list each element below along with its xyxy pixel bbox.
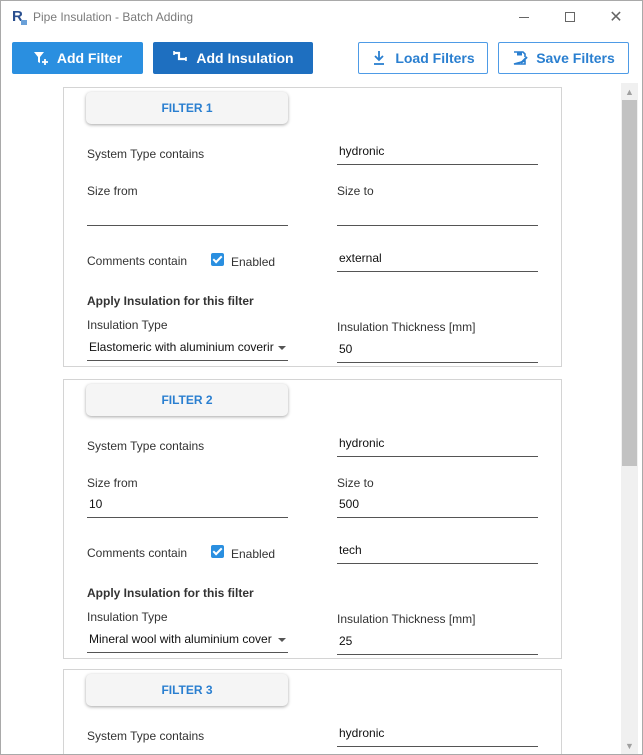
filters-scroll-area[interactable]: FILTER 1 System Type contains hydronic S…	[1, 83, 642, 754]
pipe-elbow-icon	[173, 51, 188, 61]
insulation-type-value: Mineral wool with aluminium cover	[89, 632, 272, 646]
enabled-checkbox[interactable]	[211, 253, 224, 266]
save-filters-label: Save Filters	[536, 50, 615, 66]
apply-insulation-heading: Apply Insulation for this filter	[87, 586, 254, 600]
scroll-down-icon[interactable]: ▼	[621, 737, 638, 754]
insulation-thickness-input[interactable]: 50	[337, 339, 538, 363]
size-from-label: Size from	[87, 476, 138, 490]
title-bar: R Pipe Insulation - Batch Adding ✕	[1, 1, 642, 33]
save-edit-icon	[513, 51, 528, 65]
chevron-down-icon	[278, 638, 286, 642]
window-title: Pipe Insulation - Batch Adding	[33, 10, 194, 24]
enabled-checkbox[interactable]	[211, 545, 224, 558]
chevron-down-icon	[278, 346, 286, 350]
size-to-input[interactable]	[337, 202, 538, 226]
enabled-label: Enabled	[231, 547, 276, 561]
close-button[interactable]: ✕	[593, 1, 639, 33]
filter-panel: FILTER 1 System Type contains hydronic S…	[63, 87, 562, 367]
size-from-input[interactable]	[87, 202, 288, 226]
filter-add-icon	[33, 52, 48, 65]
size-from-input[interactable]: 10	[87, 494, 288, 518]
insulation-thickness-label: Insulation Thickness [mm]	[337, 320, 476, 334]
size-to-label: Size to	[337, 184, 374, 198]
system-type-label: System Type contains	[87, 147, 205, 161]
maximize-icon	[565, 12, 575, 22]
insulation-thickness-label: Insulation Thickness [mm]	[337, 612, 476, 626]
download-icon	[374, 51, 385, 65]
scroll-up-icon[interactable]: ▲	[621, 83, 638, 100]
load-filters-label: Load Filters	[395, 50, 475, 66]
revit-app-icon: R	[12, 9, 27, 25]
save-filters-button[interactable]: Save Filters	[498, 42, 629, 74]
filter-header[interactable]: FILTER 1	[86, 92, 288, 124]
comments-label: Comments contain	[87, 546, 188, 560]
close-icon: ✕	[609, 7, 623, 26]
vertical-scrollbar[interactable]: ▲ ▼	[621, 83, 638, 754]
system-type-input[interactable]: hydronic	[337, 433, 538, 457]
load-filters-button[interactable]: Load Filters	[358, 42, 488, 74]
filter-panel: FILTER 2 System Type contains hydronic S…	[63, 379, 562, 659]
size-from-label: Size from	[87, 184, 138, 198]
filter-panel: FILTER 3 System Type contains hydronic	[63, 669, 562, 754]
apply-insulation-heading: Apply Insulation for this filter	[87, 294, 254, 308]
insulation-type-value: Elastomeric with aluminium coverir	[89, 340, 274, 354]
system-type-input[interactable]: hydronic	[337, 141, 538, 165]
insulation-type-label: Insulation Type	[87, 610, 168, 624]
add-filter-label: Add Filter	[56, 50, 123, 66]
filter-header[interactable]: FILTER 3	[86, 674, 288, 706]
minimize-button[interactable]	[501, 1, 547, 33]
filter-header[interactable]: FILTER 2	[86, 384, 288, 416]
comments-label: Comments contain	[87, 254, 188, 268]
system-type-input[interactable]: hydronic	[337, 723, 538, 747]
system-type-label: System Type contains	[87, 439, 205, 453]
insulation-type-select[interactable]: Mineral wool with aluminium cover	[87, 629, 288, 653]
size-to-input[interactable]: 500	[337, 494, 538, 518]
size-to-label: Size to	[337, 476, 374, 490]
insulation-type-select[interactable]: Elastomeric with aluminium coverir	[87, 337, 288, 361]
comments-input[interactable]: tech	[337, 540, 538, 564]
comments-input[interactable]: external	[337, 248, 538, 272]
insulation-thickness-input[interactable]: 25	[337, 631, 538, 655]
maximize-button[interactable]	[547, 1, 593, 33]
insulation-type-label: Insulation Type	[87, 318, 168, 332]
add-insulation-button[interactable]: Add Insulation	[153, 42, 313, 74]
enabled-label: Enabled	[231, 255, 276, 269]
system-type-label: System Type contains	[87, 729, 205, 743]
main-window: R Pipe Insulation - Batch Adding ✕ Add F…	[0, 0, 643, 755]
add-insulation-label: Add Insulation	[196, 50, 294, 66]
add-filter-button[interactable]: Add Filter	[12, 42, 143, 74]
minimize-icon	[519, 16, 529, 18]
scrollbar-thumb[interactable]	[622, 100, 637, 466]
